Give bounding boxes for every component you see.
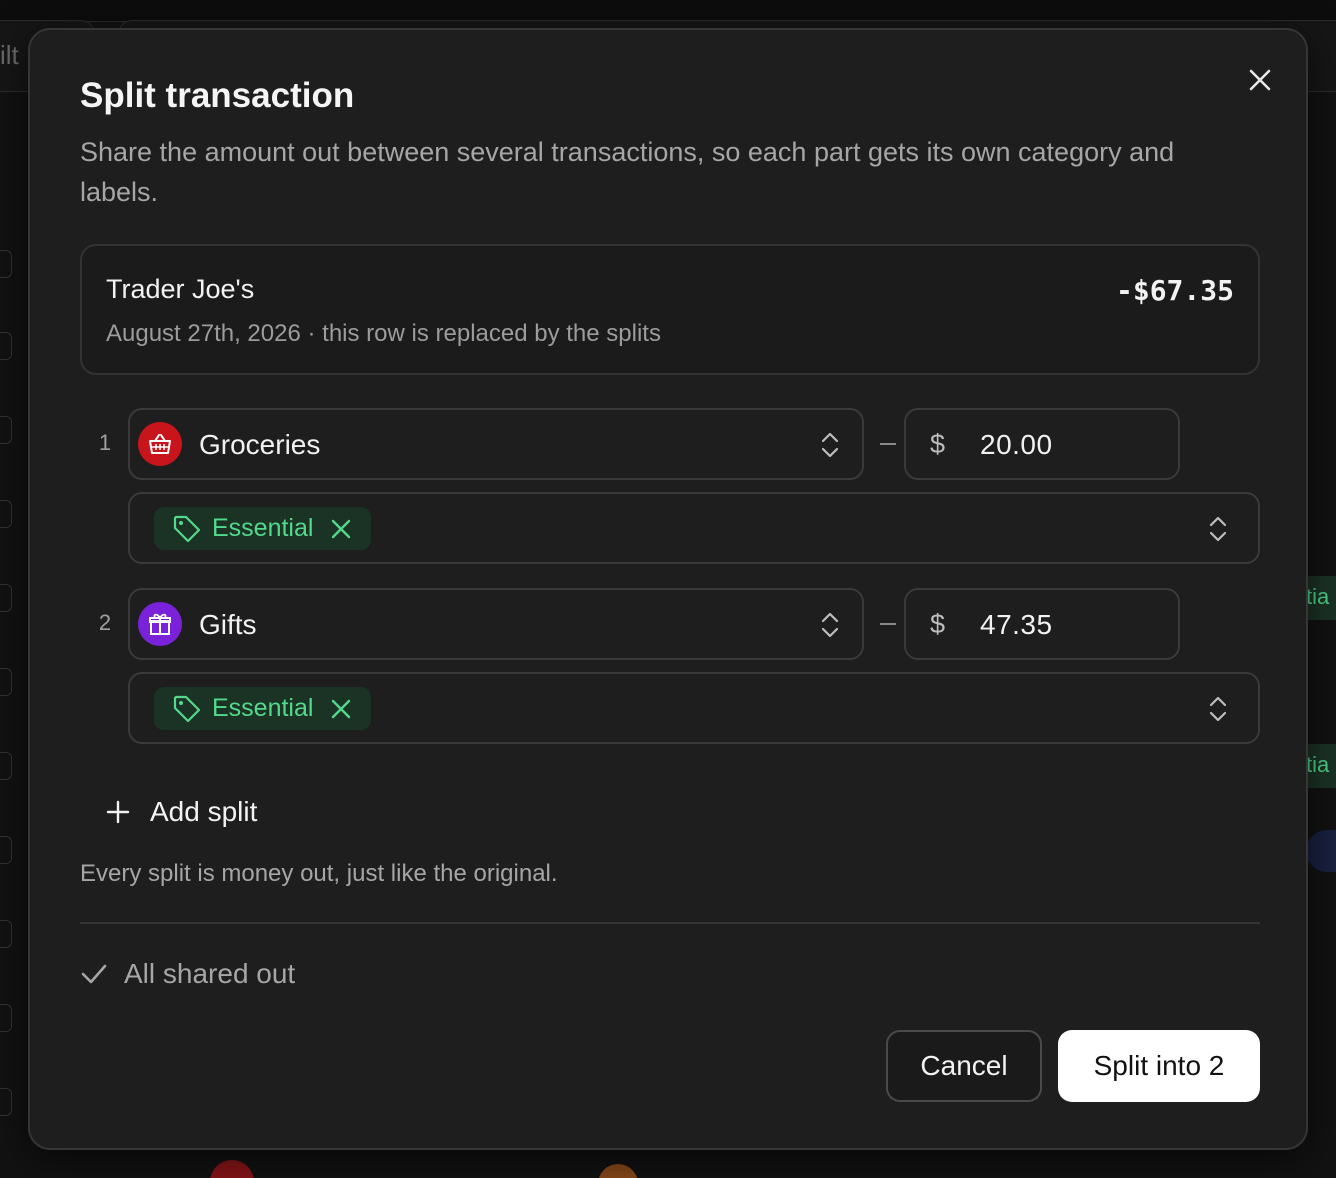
amount-input[interactable]: $ 47.35 — [904, 588, 1180, 660]
original-merchant: Trader Joe's — [106, 274, 255, 304]
background-avatar — [1306, 830, 1336, 872]
close-button[interactable] — [1242, 62, 1278, 98]
category-select[interactable]: Groceries — [128, 408, 864, 480]
minus-sign — [880, 443, 896, 445]
category-label: Gifts — [199, 609, 257, 640]
remove-tag-icon[interactable] — [331, 519, 351, 539]
add-split-button[interactable]: Add split — [106, 790, 257, 834]
basket-icon — [138, 422, 182, 466]
split-transaction-dialog: Split transaction Share the amount out b… — [28, 28, 1308, 1150]
chevron-up-down-icon — [1209, 696, 1227, 722]
close-icon — [1249, 69, 1271, 91]
tag-label: Essential — [212, 514, 314, 542]
tags-select[interactable]: Essential — [128, 492, 1260, 564]
background-table-row — [0, 1150, 1336, 1178]
tag-icon — [173, 515, 201, 542]
chevron-up-down-icon — [821, 612, 839, 638]
split-confirm-button[interactable]: Split into 2 — [1058, 1030, 1260, 1102]
split-index: 1 — [98, 430, 112, 455]
tag-label: Essential — [212, 694, 314, 722]
tags-select[interactable]: Essential — [128, 672, 1260, 744]
plus-icon — [106, 800, 130, 824]
background-top-bar — [0, 0, 1336, 22]
remove-tag-icon[interactable] — [331, 699, 351, 719]
helper-text: Every split is money out, just like the … — [80, 860, 558, 887]
tag-icon — [173, 695, 201, 722]
status-label: All shared out — [124, 958, 296, 989]
minus-sign — [880, 623, 896, 625]
chevron-up-down-icon — [821, 432, 839, 458]
add-split-label: Add split — [150, 796, 258, 827]
original-transaction-card: Trader Joe's -$67.35 August 27th, 2026 ·… — [80, 244, 1260, 375]
amount-input[interactable]: $ 20.00 — [904, 408, 1180, 480]
dialog-subtitle: Share the amount out between several tra… — [80, 137, 1175, 207]
chevron-up-down-icon — [1209, 516, 1227, 542]
currency-symbol: $ — [930, 429, 946, 459]
split-index: 2 — [98, 610, 112, 635]
check-icon — [81, 964, 107, 984]
dialog-title: Split transaction — [80, 76, 355, 115]
split-status: All shared out — [80, 958, 295, 990]
amount-value: 20.00 — [980, 429, 1053, 460]
currency-symbol: $ — [930, 609, 946, 639]
original-amount: -$67.35 — [1115, 274, 1234, 307]
category-select[interactable]: Gifts — [128, 588, 864, 660]
background-text-fragment: ilt — [0, 40, 19, 70]
tag-chip: Essential — [154, 507, 372, 550]
gift-icon — [138, 602, 182, 646]
category-label: Groceries — [199, 429, 321, 460]
cancel-button[interactable]: Cancel — [886, 1030, 1042, 1102]
original-meta: August 27th, 2026 · this row is replaced… — [106, 320, 661, 347]
amount-value: 47.35 — [980, 609, 1053, 640]
divider — [80, 922, 1260, 924]
tag-chip: Essential — [154, 687, 372, 730]
